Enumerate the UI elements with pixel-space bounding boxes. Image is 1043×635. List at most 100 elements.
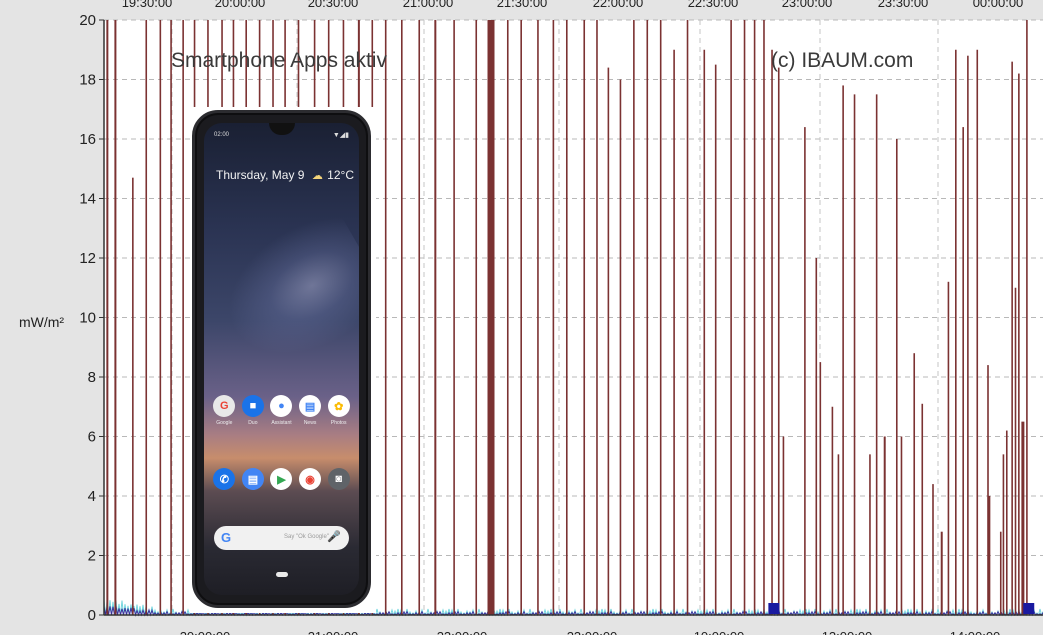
bar <box>659 20 662 615</box>
bar <box>895 139 898 615</box>
bar <box>967 55 969 615</box>
chart: 0 2 4 6 8 10 12 14 16 18 20 19:30:00 20:00:00 20:30:0… <box>19 0 1043 635</box>
status-icons: ▼◢▮ <box>332 132 349 139</box>
bar <box>1011 61 1013 615</box>
home-button[interactable] <box>275 572 288 577</box>
bar <box>900 436 903 615</box>
bar <box>506 20 509 615</box>
top-time-label: 23:00:00 <box>782 0 833 10</box>
app-label: Photos <box>330 420 347 426</box>
bar <box>753 20 756 615</box>
app-glyph: ▶ <box>270 468 293 490</box>
app-glyph: G <box>213 395 236 417</box>
bar <box>565 20 568 615</box>
bar <box>988 496 991 615</box>
bar <box>537 20 539 615</box>
y-axis-label: mW/m² <box>19 314 64 330</box>
date-text: Thursday, May 9 <box>216 168 305 182</box>
bar <box>434 20 437 615</box>
bar <box>182 20 184 615</box>
bar <box>646 20 649 615</box>
app-icon[interactable]: ▤ News <box>296 395 324 426</box>
top-time-label: 21:30:00 <box>497 0 548 10</box>
chart-title: Smartphone Apps aktiv <box>171 49 387 72</box>
app-label: News <box>303 420 317 426</box>
bar <box>159 20 162 615</box>
app-glyph: ▤ <box>241 468 264 490</box>
bar <box>714 64 717 615</box>
app-icon[interactable]: ■ Duo <box>239 395 267 426</box>
top-time-label: 21:00:00 <box>403 0 454 10</box>
bar <box>1026 20 1028 615</box>
top-time-label: 22:00:00 <box>593 0 644 10</box>
bar <box>400 20 403 615</box>
app-icon[interactable]: ✆ <box>210 468 238 490</box>
dock-row: ✆ ▤ ▶ ◉ ◙ <box>210 468 353 490</box>
y-tick-label: 2 <box>88 548 96 565</box>
bar <box>875 94 878 615</box>
bar <box>947 281 950 615</box>
bar <box>962 127 964 615</box>
app-icon[interactable]: ▶ <box>267 468 295 490</box>
y-tick-label: 0 <box>88 607 96 624</box>
bottom-time-label: 14:00:00 <box>950 629 1001 635</box>
bar <box>730 20 732 615</box>
y-tick-label: 8 <box>88 369 96 386</box>
camera-notch <box>268 123 295 135</box>
bar <box>999 531 1002 615</box>
top-time-label: 00:00:00 <box>973 0 1024 10</box>
app-glyph: ✿ <box>327 395 350 417</box>
app-row-top: G Google ■ Duo ● Assistant ▤ News ✿ Photos <box>210 395 353 426</box>
app-glyph: ■ <box>241 395 264 417</box>
app-icon[interactable]: ▤ <box>239 468 267 490</box>
app-icon[interactable]: ◉ <box>296 468 324 490</box>
google-search-bar[interactable]: G Say "Ok Google" 🎤 <box>214 526 349 550</box>
marker-square <box>1023 603 1035 614</box>
milky-way <box>204 203 359 383</box>
app-glyph: ▤ <box>299 395 322 417</box>
app-label: Assistant <box>271 420 292 426</box>
y-tick-label: 6 <box>88 429 96 446</box>
top-time-label: 22:30:00 <box>688 0 739 10</box>
app-glyph: ◙ <box>327 468 350 490</box>
app-glyph: ● <box>270 395 293 417</box>
app-icon[interactable]: ● Assistant <box>267 395 295 426</box>
smartphone-image: 02:00 ▼◢▮ Thursday, May 9 ☁ 12°C G Google… <box>192 110 371 608</box>
bottom-time-label: 22:00:00 <box>437 629 488 635</box>
y-tick-label: 12 <box>79 250 96 267</box>
bar <box>853 94 856 615</box>
weather-text: 12°C <box>327 168 354 182</box>
phone-screen: 02:00 ▼◢▮ Thursday, May 9 ☁ 12°C G Google… <box>204 123 359 595</box>
app-glyph: ✆ <box>213 468 236 490</box>
bar <box>921 403 924 615</box>
bar <box>686 20 689 615</box>
top-time-label: 20:30:00 <box>308 0 359 10</box>
bar <box>114 20 117 615</box>
y-tick-label: 20 <box>79 12 96 29</box>
bar <box>132 177 134 616</box>
cloud-sun-icon: ☁ <box>311 170 323 182</box>
bar <box>819 362 822 615</box>
microphone-icon[interactable]: 🎤 <box>327 530 341 543</box>
top-time-label: 20:00:00 <box>215 0 266 10</box>
top-time-label: 19:30:00 <box>122 0 173 10</box>
date-widget[interactable]: Thursday, May 9 ☁ 12°C <box>216 168 354 182</box>
bar <box>1002 454 1005 615</box>
bar <box>763 20 765 615</box>
app-icon[interactable]: ◙ <box>325 468 353 490</box>
bar <box>1005 430 1008 615</box>
bar <box>475 20 478 615</box>
bar <box>743 20 746 615</box>
bar <box>487 20 495 615</box>
bar <box>106 20 109 615</box>
bar <box>1014 287 1017 615</box>
bar <box>976 49 979 615</box>
bar <box>384 20 387 615</box>
app-label: Duo <box>248 420 258 426</box>
bar <box>842 85 844 615</box>
app-icon[interactable]: G Google <box>210 395 238 426</box>
bar <box>619 79 622 615</box>
bar <box>453 20 455 615</box>
y-tick-label: 18 <box>79 72 96 89</box>
app-icon[interactable]: ✿ Photos <box>325 395 353 426</box>
